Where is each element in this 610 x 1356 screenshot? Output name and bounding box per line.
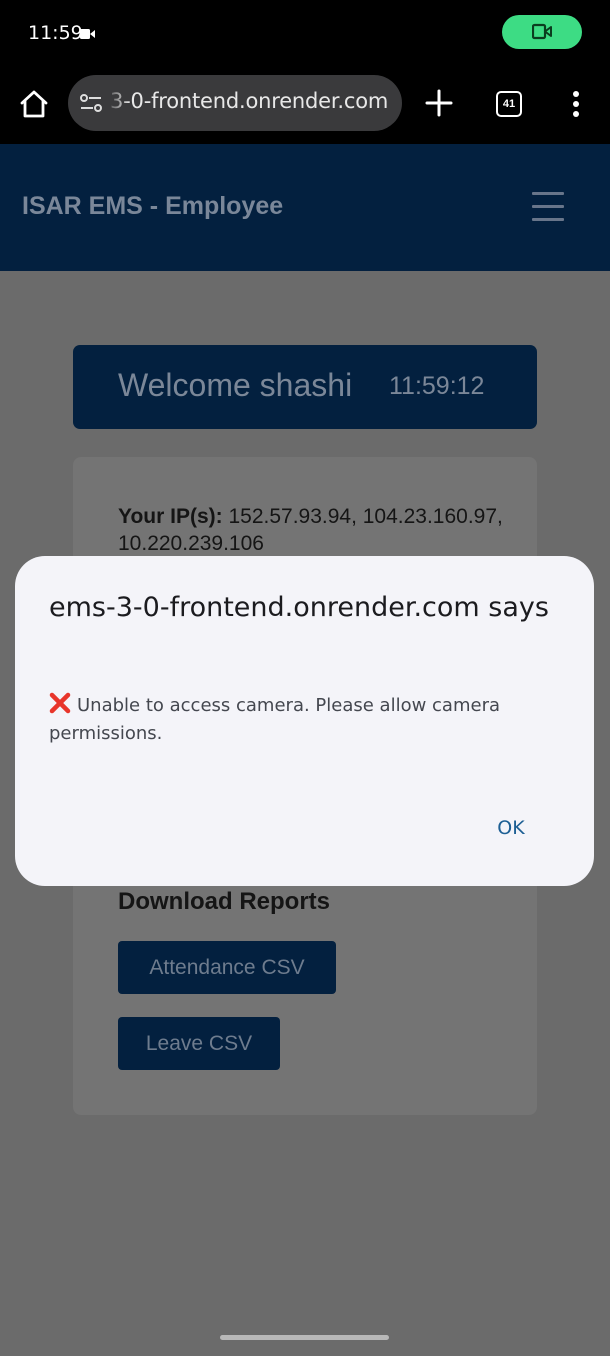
url-fade — [104, 75, 130, 131]
live-clock: 11:59:12 — [389, 372, 485, 400]
camera-in-use-indicator[interactable] — [502, 15, 582, 49]
app-title: ISAR EMS - Employee — [22, 192, 284, 220]
ip-label: Your IP(s): — [118, 505, 223, 528]
tab-count: 41 — [502, 98, 516, 110]
camera-icon — [532, 23, 552, 40]
app-header: ISAR EMS - Employee — [0, 144, 610, 271]
tab-switcher-icon[interactable]: 41 — [496, 91, 522, 117]
dialog-title: ems-3-0-frontend.onrender.com says — [49, 592, 549, 623]
download-reports-heading: Download Reports — [118, 888, 331, 915]
cross-mark-icon — [49, 692, 71, 714]
url-text[interactable]: 3-0-frontend.onrender.com — [110, 89, 388, 113]
hamburger-icon[interactable] — [532, 192, 564, 222]
gesture-nav-bar[interactable] — [220, 1335, 389, 1340]
attendance-csv-button[interactable]: Attendance CSV — [118, 941, 336, 994]
alert-dialog: ems-3-0-frontend.onrender.com says Unabl… — [15, 556, 594, 886]
dialog-message: Unable to access camera. Please allow ca… — [49, 692, 549, 748]
welcome-text: Welcome shashi — [118, 367, 353, 403]
status-bar: 11:59 — [0, 0, 610, 66]
plus-icon[interactable] — [424, 88, 454, 118]
site-settings-icon[interactable] — [80, 93, 102, 113]
ok-button[interactable]: OK — [481, 812, 541, 844]
leave-csv-button[interactable]: Leave CSV — [118, 1017, 280, 1070]
dialog-message-text: Unable to access camera. Please allow ca… — [49, 695, 500, 744]
welcome-banner: Welcome shashi 11:59:12 — [73, 345, 537, 429]
browser-toolbar: 3-0-frontend.onrender.com 41 — [0, 66, 610, 144]
more-vert-icon[interactable] — [566, 88, 586, 120]
status-time: 11:59 — [28, 22, 83, 44]
address-bar[interactable]: 3-0-frontend.onrender.com — [68, 75, 402, 131]
home-icon[interactable] — [18, 88, 50, 120]
ip-info: Your IP(s): 152.57.93.94, 104.23.160.97,… — [118, 503, 518, 557]
video-recording-icon — [80, 29, 95, 39]
